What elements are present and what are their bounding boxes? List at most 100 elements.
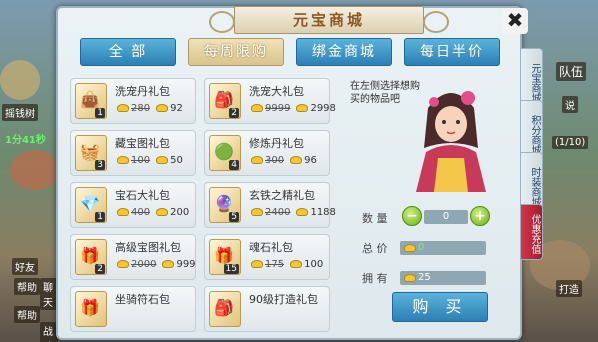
- shop-item[interactable]: 💎 1 宝石大礼包 400 200: [70, 182, 196, 228]
- bag-icon: 👜 1: [75, 83, 107, 119]
- ingot-icon: [296, 104, 309, 112]
- shop-item[interactable]: 🔮 5 玄铁之精礼包 2400 1188: [204, 182, 336, 228]
- item-name: 魂石礼包: [249, 241, 293, 254]
- team-label[interactable]: 队伍: [556, 62, 587, 81]
- item-price: 2998: [310, 103, 336, 114]
- ingot-icon: [251, 208, 263, 216]
- item-qty: 5: [229, 212, 239, 222]
- timer-label: 1分41秒: [5, 135, 46, 146]
- map-bag-icon: 🎁 2: [75, 239, 107, 275]
- ingot-icon: [296, 208, 309, 216]
- item-price: 200: [170, 207, 190, 218]
- shop-tabs: 全 部 每周限购 绑金商城 每日半价: [80, 38, 500, 66]
- forge-icon: 🎒: [209, 291, 241, 327]
- item-qty: 1: [95, 212, 105, 222]
- progress-label: (1/10): [552, 136, 589, 149]
- item-price-row: 100 50: [115, 155, 183, 166]
- money-tree-label[interactable]: 摇钱树: [2, 104, 38, 121]
- item-qty: 4: [229, 160, 239, 170]
- quantity-field[interactable]: 0: [424, 210, 468, 224]
- ingot-icon: [162, 260, 175, 268]
- item-price-row: 2000 999: [115, 259, 196, 270]
- shop-item[interactable]: 🎒 2 洗宠大礼包 9999 2998: [204, 78, 336, 124]
- help-tag[interactable]: 帮助: [14, 278, 40, 295]
- tab-daily-half-price[interactable]: 每日半价: [404, 38, 500, 66]
- ingot-icon: [117, 104, 129, 112]
- item-old-price: 2400: [265, 207, 291, 218]
- decrease-button[interactable]: −: [402, 206, 422, 226]
- total-label: 总 价: [362, 242, 388, 255]
- ingot-icon: [251, 104, 263, 112]
- item-name: 玄铁之精礼包: [249, 189, 315, 202]
- shop-keeper-portrait: [416, 91, 486, 192]
- item-price-row: 300 96: [249, 155, 317, 166]
- forge-label[interactable]: 打造: [556, 280, 582, 297]
- shop-title: 元宝商城: [209, 6, 449, 34]
- owned-label: 拥 有: [362, 272, 388, 285]
- pill-bag-icon: 🟢 4: [209, 135, 241, 171]
- iron-bag-icon: 🔮 5: [209, 187, 241, 223]
- item-price-row: 2400 1188: [249, 207, 336, 218]
- item-qty: 1: [95, 108, 105, 118]
- shop-item[interactable]: 🎁 坐骑符石包: [70, 286, 196, 332]
- ingot-icon: [251, 156, 263, 164]
- item-name: 洗宠大礼包: [249, 85, 304, 98]
- item-qty: 3: [95, 160, 105, 170]
- talk-label: 说: [562, 96, 578, 113]
- ingot-icon: [404, 274, 416, 282]
- item-name: 90级打造礼包: [249, 293, 318, 306]
- item-price: 50: [170, 155, 183, 166]
- buy-button[interactable]: 购 买: [392, 292, 488, 322]
- item-price: 1188: [310, 207, 336, 218]
- item-price-row: 400 200: [115, 207, 189, 218]
- item-name: 洗宠丹礼包: [115, 85, 170, 98]
- gift-box-icon: 🎁 15: [209, 239, 241, 275]
- item-qty: 2: [95, 264, 105, 274]
- item-old-price: 300: [265, 155, 285, 166]
- ingot-icon: [156, 156, 169, 164]
- ingot-icon: [251, 260, 263, 268]
- shop-item[interactable]: 🎁 2 高级宝图礼包 2000 999: [70, 234, 196, 280]
- side-tab-recharge[interactable]: 优惠充值: [521, 204, 543, 260]
- total-field: 0: [400, 241, 486, 255]
- item-price: 96: [304, 155, 317, 166]
- help-tag-2[interactable]: 帮助: [14, 306, 40, 323]
- item-old-price: 280: [131, 103, 151, 114]
- item-price-row: 175 100: [249, 259, 323, 270]
- item-price: 100: [304, 259, 324, 270]
- increase-button[interactable]: +: [470, 206, 490, 226]
- shop-item[interactable]: 🎁 15 魂石礼包 175 100: [204, 234, 330, 280]
- item-name: 坐骑符石包: [115, 293, 170, 306]
- item-qty: 2: [229, 108, 239, 118]
- owned-value: 25: [418, 272, 431, 283]
- item-name: 宝石大礼包: [115, 189, 170, 202]
- shop-item[interactable]: 👜 1 洗宠丹礼包 280 92: [70, 78, 196, 124]
- gem-bag-icon: 💎 1: [75, 187, 107, 223]
- ingot-icon: [404, 244, 416, 252]
- ingot-icon: [156, 104, 169, 112]
- close-button[interactable]: ✖: [502, 8, 528, 34]
- tab-weekly-limited[interactable]: 每周限购: [188, 38, 284, 66]
- item-name: 藏宝图礼包: [115, 137, 170, 150]
- left-hud: 摇钱树 1分41秒 好友 帮助 聊天 帮助 战斗: [0, 0, 58, 342]
- ingot-icon: [117, 208, 129, 216]
- item-list: 👜 1 洗宠丹礼包 280 92 🎒 2 洗宠大礼包 9999 2998 🧺 3 藏宝图礼包 100 50 🟢…: [70, 78, 338, 340]
- total-value: 0: [418, 242, 425, 253]
- owned-field: 25: [400, 271, 486, 285]
- friends-button[interactable]: 好友: [12, 258, 38, 275]
- shop-item[interactable]: 🟢 4 修炼丹礼包 300 96: [204, 130, 330, 176]
- tab-all[interactable]: 全 部: [80, 38, 176, 66]
- tab-bound-gold[interactable]: 绑金商城: [296, 38, 392, 66]
- item-price-row: 9999 2998: [249, 103, 336, 114]
- treasure-icon: 🧺 3: [75, 135, 107, 171]
- item-old-price: 400: [131, 207, 151, 218]
- ingot-icon: [117, 260, 129, 268]
- item-old-price: 2000: [131, 259, 157, 270]
- shop-item[interactable]: 🎒 90级打造礼包: [204, 286, 330, 332]
- item-name: 高级宝图礼包: [115, 241, 181, 254]
- shop-item[interactable]: 🧺 3 藏宝图礼包 100 50: [70, 130, 196, 176]
- item-old-price: 175: [265, 259, 285, 270]
- item-old-price: 9999: [265, 103, 291, 114]
- pouch-icon: 🎒 2: [209, 83, 241, 119]
- quantity-label: 数 量: [362, 212, 388, 225]
